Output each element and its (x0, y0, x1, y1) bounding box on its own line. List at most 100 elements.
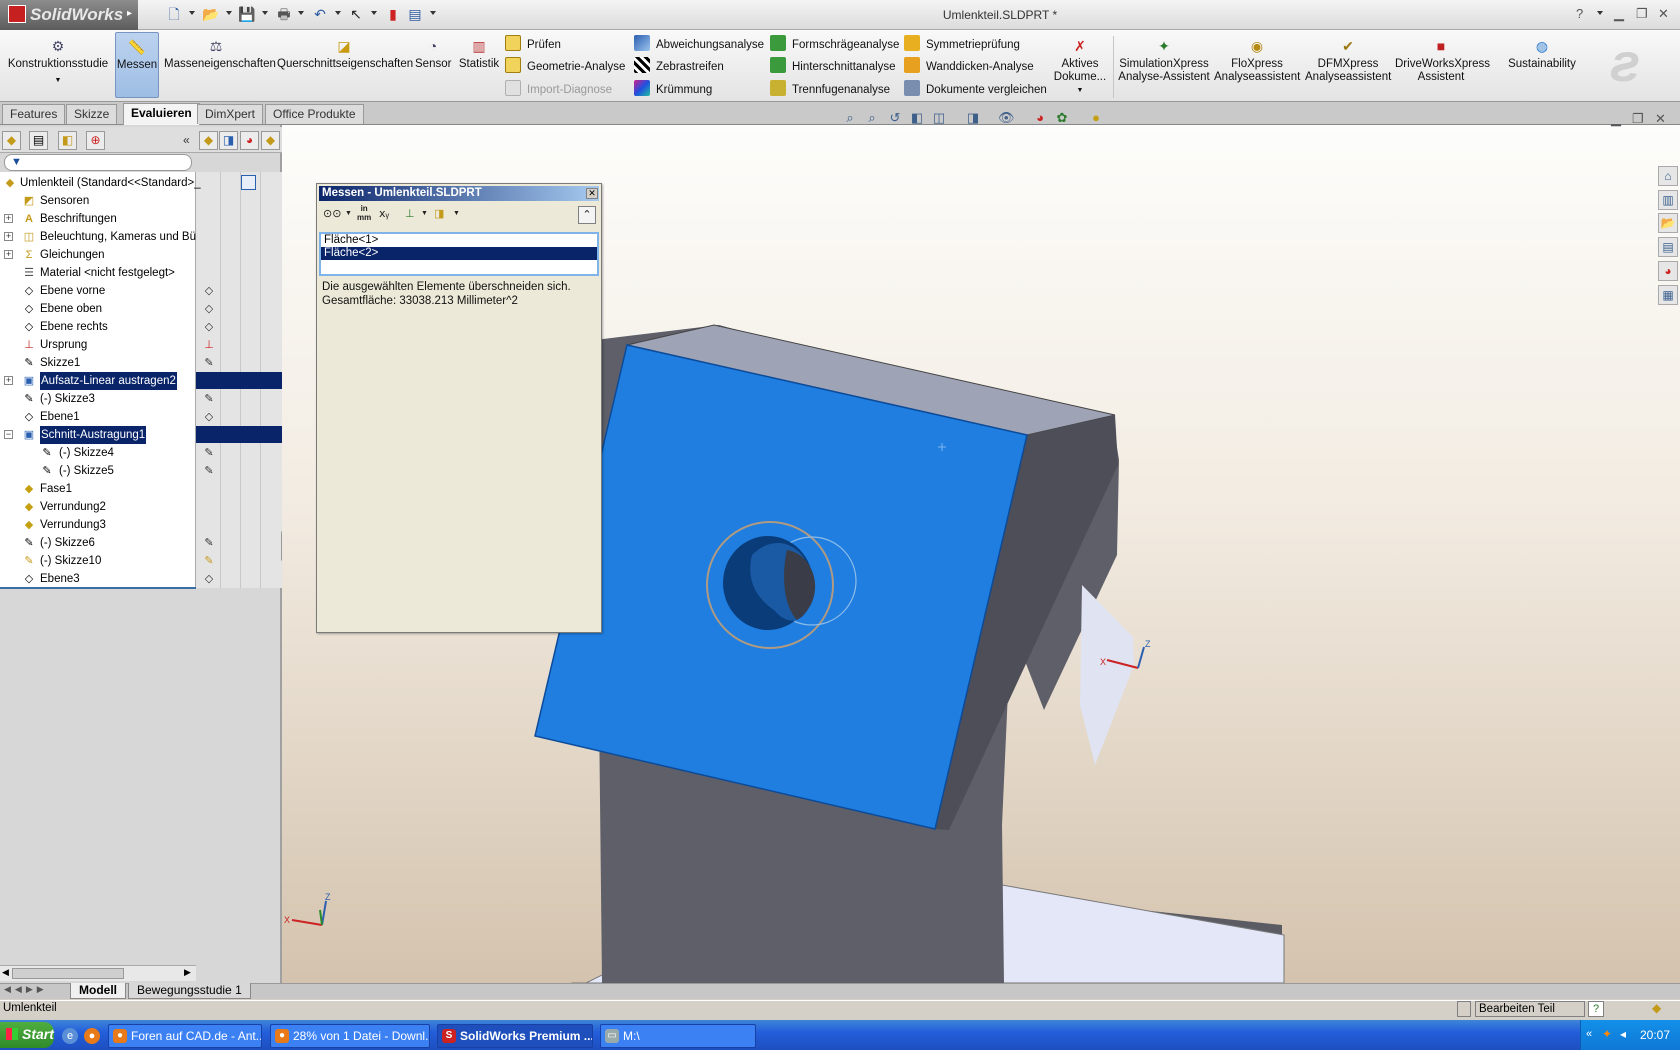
help-icon[interactable]: ? (1576, 6, 1583, 21)
appearance-icon[interactable]: ◕ (240, 131, 259, 150)
tab-office-produkte[interactable]: Office Produkte (265, 104, 364, 124)
tree-item-ebene-rechts[interactable]: ◇ Ebene rechts (0, 318, 196, 336)
show-xyz-icon[interactable]: ⅹᵧ (379, 206, 389, 222)
floxpress-button[interactable]: ◉ FloXpress Analyseassistent (1214, 38, 1300, 84)
print-icon[interactable]: 🖶 (275, 5, 293, 23)
masseneigenschaften-button[interactable]: ⚖ Masseneigenschaften (164, 38, 276, 71)
display-pane-icon-4[interactable]: ◆ (261, 131, 280, 150)
tray-volume-icon[interactable]: ◂ (1620, 1027, 1626, 1041)
arc-dropdown-icon[interactable]: ▼ (345, 206, 352, 222)
point-dropdown-icon[interactable]: ▼ (421, 206, 428, 222)
undo-dropdown-icon[interactable] (335, 11, 341, 15)
arc-circle-measurements-icon[interactable]: ⊙⊙ (323, 206, 341, 222)
restore-document-icon[interactable]: ❐ (1632, 111, 1644, 127)
sketch-display-icon[interactable]: ✎ (202, 446, 216, 460)
section-view-icon[interactable]: ◧ (909, 110, 925, 126)
options-icon[interactable]: ▤ (406, 5, 424, 23)
custom-properties-icon[interactable]: ▦ (1658, 285, 1678, 305)
tray-app-icon[interactable]: ✦ (1602, 1027, 1612, 1041)
tree-item-ursprung[interactable]: ⊥ Ursprung (0, 336, 196, 354)
scroll-right-icon[interactable]: ▶ (184, 967, 191, 978)
zoom-to-area-icon[interactable]: ⌕ (864, 110, 880, 126)
querschnitt-button[interactable]: ◪ Querschnittseigenschaften (277, 38, 413, 71)
sketch-display-icon[interactable]: ✎ (202, 356, 216, 370)
previous-view-icon[interactable]: ↺ (887, 110, 903, 126)
rebuild-traffic-light-icon[interactable]: ▮ (384, 5, 402, 23)
tree-item-skizze6[interactable]: ✎ (-) Skizze6 (0, 534, 196, 552)
tree-item-sensoren[interactable]: ◩ Sensoren (0, 192, 196, 210)
display-pane-icon-2[interactable]: ◨ (219, 131, 238, 150)
minimize-document-icon[interactable]: ▁ (1611, 111, 1621, 127)
messen-button[interactable]: 📏 Messen (115, 32, 159, 98)
konstruktionsstudie-dropdown-icon[interactable]: ▼ (6, 74, 110, 87)
tree-item-verrundung3[interactable]: ◆ Verrundung3 (0, 516, 196, 534)
projection-dropdown-icon[interactable]: ▼ (453, 206, 460, 222)
measure-close-button[interactable]: ✕ (586, 188, 598, 199)
solidworks-resources-icon[interactable]: ⌂ (1658, 166, 1678, 186)
symmetrie-button[interactable]: Symmetrieprüfung (904, 35, 1020, 53)
tree-item-aufsatz-linear[interactable]: + ▣ Aufsatz-Linear austragen2 (0, 371, 196, 391)
aktives-dropdown-icon[interactable]: ▼ (1052, 84, 1108, 97)
expand-icon[interactable]: + (4, 232, 13, 241)
expand-icon[interactable]: + (4, 376, 13, 385)
dimxpert-manager-tab-icon[interactable]: ⊕ (86, 131, 105, 150)
plane-display-icon[interactable]: ◇ (202, 320, 216, 334)
sketch-display-icon[interactable]: ✎ (202, 554, 216, 568)
design-library-icon[interactable]: ▥ (1658, 190, 1678, 210)
undo-icon[interactable]: ↶ (311, 5, 329, 23)
plane-display-icon[interactable]: ◇ (202, 284, 216, 298)
tree-root[interactable]: ◆ Umlenkteil (Standard<<Standard>_ (0, 174, 201, 192)
expand-icon[interactable]: + (4, 250, 13, 259)
status-help-icon[interactable]: ? (1588, 1001, 1604, 1017)
close-document-icon[interactable]: ✕ (1655, 111, 1666, 127)
open-folder-icon[interactable]: 📂 (202, 5, 220, 23)
tree-item-ebene-oben[interactable]: ◇ Ebene oben (0, 300, 196, 318)
zoom-to-fit-icon[interactable]: ⌕ (842, 110, 858, 126)
tree-filter-input[interactable]: ▼ (4, 154, 192, 171)
driveworksxpress-button[interactable]: ■ DriveWorksXpress Assistent (1395, 38, 1490, 84)
aktives-dokument-button[interactable]: ✗ Aktives Dokume... ▼ (1052, 38, 1108, 97)
origin-display-icon[interactable]: ⊥ (202, 338, 216, 352)
tree-item-skizze10[interactable]: ✎ (-) Skizze10 (0, 552, 196, 570)
kruemmung-button[interactable]: Krümmung (634, 80, 712, 98)
apply-scene-icon[interactable]: ✿ (1054, 110, 1070, 126)
konstruktionsstudie-button[interactable]: ⚙ Konstruktionsstudie ▼ (6, 38, 110, 87)
tree-item-skizze1[interactable]: ✎ Skizze1 (0, 354, 196, 372)
view-settings-icon[interactable]: ● (1088, 110, 1104, 126)
selection-item[interactable]: Fläche<1> (321, 234, 597, 247)
restore-app-icon[interactable]: ❐ (1636, 6, 1648, 22)
abweichungsanalyse-button[interactable]: Abweichungsanalyse (634, 35, 764, 53)
quicklaunch-firefox-icon[interactable]: ● (84, 1028, 100, 1044)
zebrastreifen-button[interactable]: Zebrastreifen (634, 57, 724, 75)
view-orientation-icon[interactable]: ◫ (931, 110, 947, 126)
display-pane-icon-1[interactable]: ◆ (199, 131, 218, 150)
task-download[interactable]: ● 28% von 1 Datei - Downl... (270, 1024, 430, 1048)
save-dropdown-icon[interactable] (262, 11, 268, 15)
select-arrow-icon[interactable]: ↖ (347, 5, 365, 23)
tree-item-skizze4[interactable]: ✎ (-) Skizze4 (0, 444, 196, 462)
units-precision-button[interactable]: in mm (357, 204, 371, 222)
view-palette-icon[interactable]: ▤ (1658, 237, 1678, 257)
tree-item-fase1[interactable]: ◆ Fase1 (0, 480, 196, 498)
tab-features[interactable]: Features (2, 104, 66, 124)
tree-item-skizze5[interactable]: ✎ (-) Skizze5 (0, 462, 196, 480)
statistik-button[interactable]: ▥ Statistik (457, 38, 501, 71)
property-manager-tab-icon[interactable]: ▤ (29, 131, 48, 150)
tree-item-ebene-vorne[interactable]: ◇ Ebene vorne (0, 282, 196, 300)
hinterschnitt-button[interactable]: Hinterschnittanalyse (770, 57, 896, 75)
collapse-icon[interactable]: − (4, 430, 13, 439)
sensor-button[interactable]: ◔ Sensor (415, 38, 451, 71)
file-explorer-icon[interactable]: 📂 (1658, 213, 1678, 233)
minimize-app-icon[interactable]: ▁ (1614, 6, 1624, 22)
projection-icon[interactable]: ◨ (434, 206, 444, 222)
options-dropdown-icon[interactable] (430, 11, 436, 15)
feature-tree-tab-icon[interactable]: ◆ (2, 131, 21, 150)
import-diagnose-button[interactable]: Import-Diagnose (505, 80, 612, 98)
sketch-display-icon[interactable]: ✎ (202, 392, 216, 406)
tree-horizontal-scrollbar[interactable]: ◀ ▶ (0, 965, 196, 981)
task-firefox-cad[interactable]: ● Foren auf CAD.de - Ant... (108, 1024, 262, 1048)
measure-dialog-title[interactable]: Messen - Umlenkteil.SLDPRT (319, 186, 599, 201)
scroll-thumb[interactable] (12, 968, 124, 979)
tree-item-gleichungen[interactable]: + Σ Gleichungen (0, 246, 196, 264)
tree-item-schnitt-austragung[interactable]: − ▣ Schnitt-Austragung1 (0, 425, 196, 445)
